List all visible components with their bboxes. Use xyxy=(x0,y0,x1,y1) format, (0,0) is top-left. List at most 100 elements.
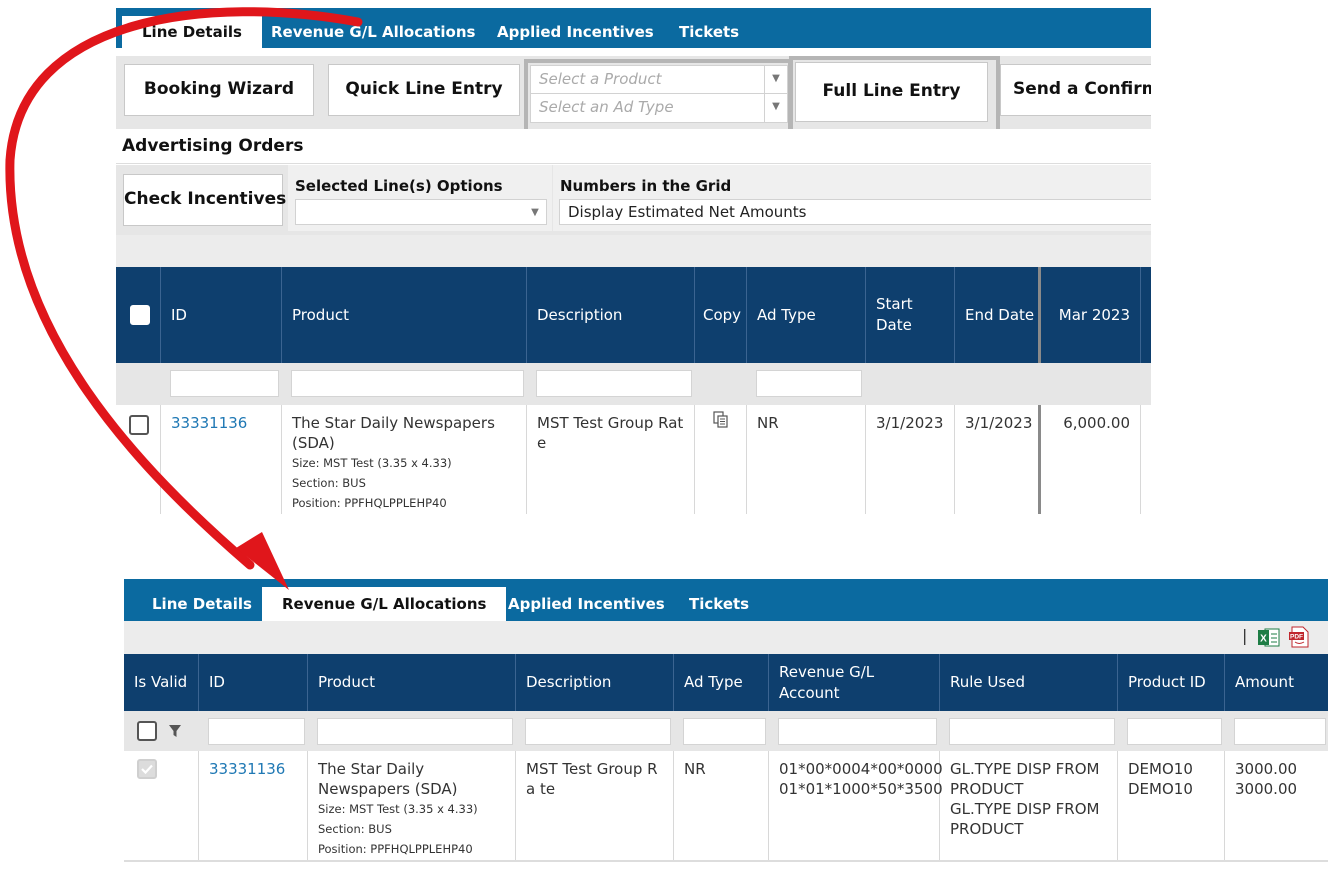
top-toolbar: Booking Wizard Quick Line Entry Select a… xyxy=(116,56,1151,136)
tab-applied-incentives[interactable]: Applied Incentives xyxy=(477,16,674,48)
svg-text:PDF: PDF xyxy=(1290,634,1303,641)
row-id-link[interactable]: 33331136 xyxy=(171,414,247,432)
row-start-date: 3/1/2023 xyxy=(866,405,955,514)
filter-id-input[interactable] xyxy=(208,718,305,745)
section-header: Advertising Orders xyxy=(116,129,1151,164)
full-line-entry-button[interactable]: Full Line Entry xyxy=(795,62,988,122)
bottom-table-row[interactable]: 33331136 The Star Daily Newspapers (SDA)… xyxy=(124,751,1328,862)
row-product-section: Section: BUS xyxy=(318,822,392,836)
filter-id-input[interactable] xyxy=(170,370,279,397)
col-amount[interactable]: Amount xyxy=(1225,654,1328,711)
col-copy[interactable]: Copy xyxy=(695,267,747,363)
row-amounts-cell: 3000.00 3000.00 xyxy=(1225,751,1328,860)
is-valid-filter-checkbox[interactable] xyxy=(137,721,157,741)
row-product-cell: The Star Daily Newspapers (SDA) Size: MS… xyxy=(308,751,516,860)
filter-ad-type-input[interactable] xyxy=(756,370,862,397)
row-copy-cell xyxy=(695,405,747,514)
dropdown-arrow-icon[interactable]: ▼ xyxy=(764,66,787,94)
copy-icon[interactable] xyxy=(712,411,730,429)
quick-line-entry-button[interactable]: Quick Line Entry xyxy=(328,64,520,116)
top-filter-row xyxy=(116,363,1151,405)
filter-product-id-input[interactable] xyxy=(1127,718,1222,745)
tab-line-details[interactable]: Line Details xyxy=(116,16,262,48)
pdf-export-icon[interactable]: PDF xyxy=(1288,626,1310,648)
col-end-date[interactable]: End Date xyxy=(955,267,1041,363)
row-product-position: Position: PPFHQLPPLEHP40 xyxy=(318,842,473,856)
adtype-select[interactable]: Select an Ad Type ▼ xyxy=(530,93,788,123)
selected-options-select[interactable]: ▼ xyxy=(295,199,547,225)
row-select-cell xyxy=(116,405,161,514)
col-mar-2023[interactable]: Mar 2023 xyxy=(1041,267,1141,363)
row-end-date: 3/1/2023 xyxy=(955,405,1041,514)
col-description[interactable]: Description xyxy=(527,267,695,363)
gl-account-line: 01*01*1000*50*3500 xyxy=(779,780,943,798)
select-all-cell xyxy=(116,267,161,363)
filter-description-input[interactable] xyxy=(525,718,671,745)
tab-line-details[interactable]: Line Details xyxy=(132,587,272,621)
send-confirmation-button[interactable]: Send a Confirmat xyxy=(1000,64,1151,116)
row-product-name: The Star Daily Newspapers (SDA) xyxy=(292,414,495,452)
dropdown-arrow-icon[interactable]: ▼ xyxy=(764,94,787,122)
top-table-row[interactable]: 33331136 The Star Daily Newspapers (SDA)… xyxy=(116,405,1151,514)
row-mar-2023: 6,000.00 xyxy=(1041,405,1141,514)
tab-applied-incentives[interactable]: Applied Incentives xyxy=(488,587,685,621)
row-description: MST Test Group Ra te xyxy=(516,751,674,860)
filter-amount-input[interactable] xyxy=(1234,718,1326,745)
product-id-line: DEMO10 xyxy=(1128,760,1193,778)
tab-tickets[interactable]: Tickets xyxy=(659,16,759,48)
excel-export-icon[interactable]: X xyxy=(1258,627,1280,648)
col-ad-type[interactable]: Ad Type xyxy=(747,267,866,363)
dropdown-arrow-icon[interactable]: ▼ xyxy=(524,200,546,224)
amount-line: 3000.00 xyxy=(1235,780,1298,798)
col-product[interactable]: Product xyxy=(282,267,527,363)
row-product-size: Size: MST Test (3.35 x 4.33) xyxy=(292,456,452,470)
row-product-ids-cell: DEMO10 DEMO10 xyxy=(1118,751,1225,860)
top-tab-bar: Line Details Revenue G/L Allocations App… xyxy=(116,8,1151,48)
filter-rule-used-input[interactable] xyxy=(949,718,1115,745)
booking-wizard-button[interactable]: Booking Wizard xyxy=(124,64,314,116)
filter-product-input[interactable] xyxy=(317,718,513,745)
filter-product-input[interactable] xyxy=(291,370,524,397)
selected-options-label: Selected Line(s) Options xyxy=(295,177,503,195)
numbers-grid-select[interactable]: Display Estimated Net Amounts xyxy=(559,199,1151,225)
col-product[interactable]: Product xyxy=(308,654,516,711)
col-product-id[interactable]: Product ID xyxy=(1118,654,1225,711)
row-is-valid-cell xyxy=(124,751,199,860)
row-checkbox[interactable] xyxy=(129,415,149,435)
product-placeholder: Select a Product xyxy=(539,70,662,88)
filter-ad-type-input[interactable] xyxy=(683,718,766,745)
bottom-filter-row xyxy=(124,711,1328,751)
col-id[interactable]: ID xyxy=(199,654,308,711)
tab-revenue-gl-allocations[interactable]: Revenue G/L Allocations xyxy=(262,587,507,621)
select-all-checkbox[interactable] xyxy=(130,305,150,325)
row-id-cell: 33331136 xyxy=(161,405,282,514)
filter-description-input[interactable] xyxy=(536,370,692,397)
col-start-date[interactable]: Start Date xyxy=(866,267,955,363)
top-grid-header: ID Product Description Copy Ad Type Star… xyxy=(116,267,1151,363)
check-incentives-button[interactable]: Check Incentives xyxy=(123,174,286,226)
row-product-section: Section: BUS xyxy=(292,476,366,490)
bottom-grid-header: Is Valid ID Product Description Ad Type … xyxy=(124,654,1328,711)
col-id[interactable]: ID xyxy=(161,267,282,363)
col-rule-used[interactable]: Rule Used xyxy=(940,654,1118,711)
filter-gl-account-input[interactable] xyxy=(778,718,937,745)
tab-tickets[interactable]: Tickets xyxy=(669,587,769,621)
col-revenue-gl-account[interactable]: Revenue G/L Account xyxy=(769,654,940,711)
col-ad-type[interactable]: Ad Type xyxy=(674,654,769,711)
options-bar: Check Incentives Selected Line(s) Option… xyxy=(116,165,1151,235)
export-toolbar: | X PDF xyxy=(124,621,1328,654)
toolbar-separator: | xyxy=(1242,626,1248,645)
spacer-bar xyxy=(116,235,1151,267)
filter-icon[interactable] xyxy=(168,724,182,738)
numbers-grid-group: Numbers in the Grid Display Estimated Ne… xyxy=(553,165,1151,231)
row-id-link[interactable]: 33331136 xyxy=(209,760,285,778)
col-is-valid[interactable]: Is Valid xyxy=(124,654,199,711)
selected-options-group: Selected Line(s) Options ▼ xyxy=(288,165,552,231)
col-description[interactable]: Description xyxy=(516,654,674,711)
full-line-entry-frame: Full Line Entry xyxy=(789,56,1000,134)
row-ad-type: NR xyxy=(747,405,866,514)
svg-text:X: X xyxy=(1260,634,1267,645)
row-rules-cell: GL.TYPE DISP FROM PRODUCT GL.TYPE DISP F… xyxy=(940,751,1118,860)
product-select[interactable]: Select a Product ▼ xyxy=(530,65,788,95)
tab-revenue-gl-allocations[interactable]: Revenue G/L Allocations xyxy=(251,16,495,48)
